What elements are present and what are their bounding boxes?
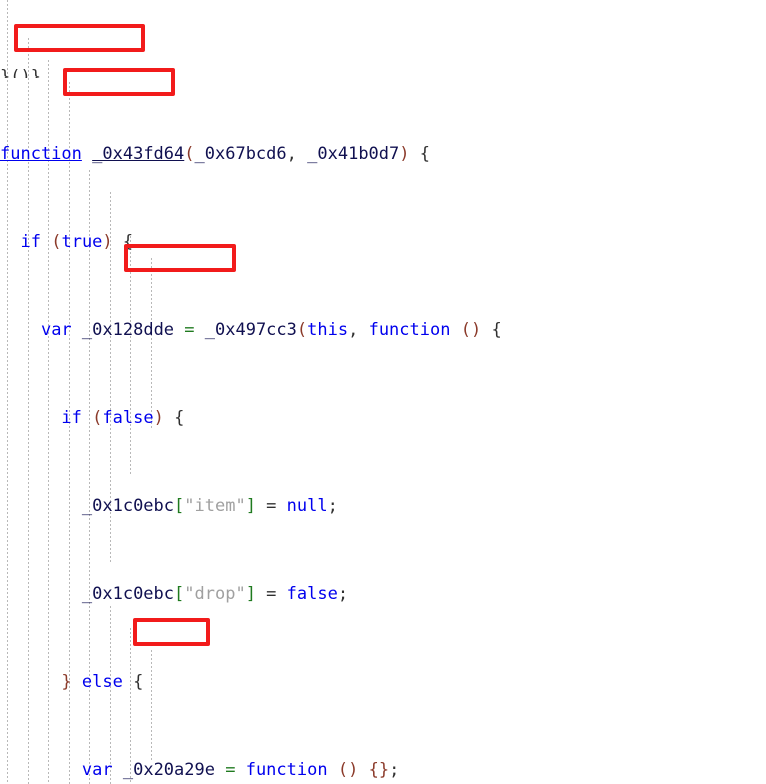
code-line-0: }()} [0, 67, 41, 78]
code-line-6: _0x1c0ebc["drop"] = false; [81, 584, 349, 604]
code-text[interactable]: }()} function _0x43fd64(_0x67bcd6, _0x41… [0, 0, 766, 784]
code-line-3: var _0x128dde = _0x497cc3(this, function… [40, 320, 502, 340]
code-line-2: if (true) { [20, 232, 134, 252]
code-editor-viewport[interactable]: }()} function _0x43fd64(_0x67bcd6, _0x41… [0, 0, 766, 784]
code-line-4: if (false) { [61, 408, 185, 428]
code-line-8: var _0x20a29e = function () {}; [81, 760, 400, 780]
code-line-1: function _0x43fd64(_0x67bcd6, _0x41b0d7)… [0, 144, 430, 164]
code-line-7: } else { [61, 672, 144, 692]
code-line-5: _0x1c0ebc["item"] = null; [81, 496, 338, 516]
